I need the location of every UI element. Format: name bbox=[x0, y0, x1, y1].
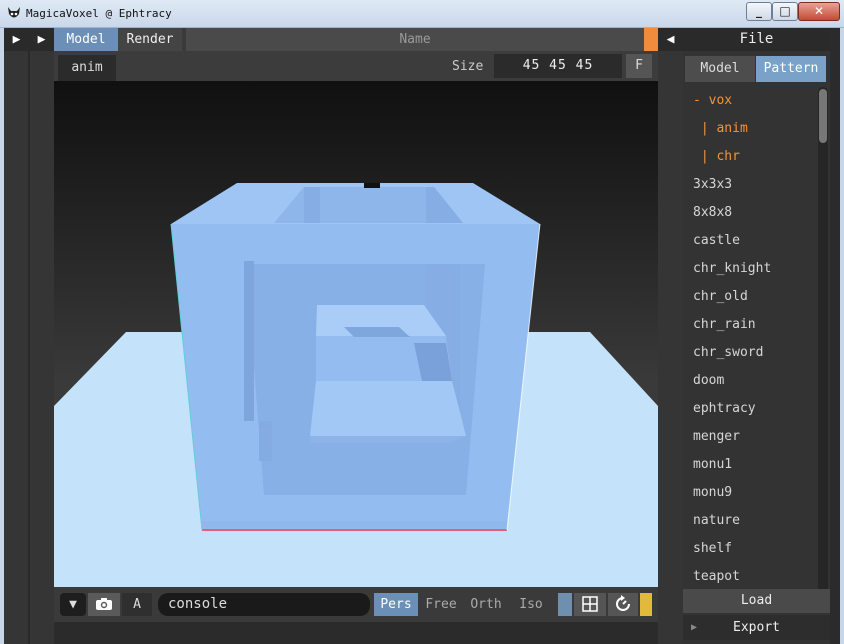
tab-anim[interactable]: anim bbox=[58, 55, 116, 81]
list-item[interactable]: monu1 bbox=[683, 451, 817, 479]
load-button[interactable]: Load bbox=[683, 589, 830, 613]
list-item[interactable]: chr_knight bbox=[683, 255, 817, 283]
list-item[interactable]: 3x3x3 bbox=[683, 171, 817, 199]
minimize-button[interactable]: _ bbox=[746, 2, 772, 21]
fit-button[interactable]: F bbox=[626, 54, 652, 78]
color-indicator[interactable] bbox=[644, 28, 658, 51]
play-button-1[interactable]: ▶ bbox=[4, 28, 29, 51]
scrollbar[interactable] bbox=[818, 87, 828, 597]
a-button[interactable]: A bbox=[122, 593, 152, 616]
size-label: Size bbox=[452, 59, 484, 74]
view-pers-button[interactable]: Pers bbox=[374, 593, 418, 616]
title-bar: MagicaVoxel @ Ephtracy _ □ ✕ bbox=[0, 0, 844, 28]
list-item[interactable]: monu9 bbox=[683, 479, 817, 507]
list-item[interactable]: nature bbox=[683, 507, 817, 535]
bottom-strip bbox=[54, 622, 658, 644]
tab-pattern[interactable]: Pattern bbox=[756, 56, 826, 82]
play-icon: ▶ bbox=[691, 622, 698, 633]
list-item[interactable]: shelf bbox=[683, 535, 817, 563]
list-item[interactable]: | anim bbox=[683, 115, 817, 143]
right-gap bbox=[658, 51, 683, 644]
list-item[interactable]: doom bbox=[683, 367, 817, 395]
list-item[interactable]: 8x8x8 bbox=[683, 199, 817, 227]
list-item[interactable]: chr_old bbox=[683, 283, 817, 311]
maximize-button[interactable]: □ bbox=[772, 2, 798, 21]
reset-view-button[interactable] bbox=[608, 593, 638, 616]
export-button[interactable]: ▶ Export bbox=[683, 615, 830, 640]
ground-grid bbox=[202, 521, 507, 530]
app-logo-icon bbox=[8, 7, 20, 18]
tab-render[interactable]: Render bbox=[118, 28, 182, 51]
tab-model[interactable]: Model bbox=[54, 28, 118, 51]
view-iso-button[interactable]: Iso bbox=[509, 593, 553, 616]
tab-model-files[interactable]: Model bbox=[685, 56, 755, 82]
list-item[interactable]: menger bbox=[683, 423, 817, 451]
minimize-icon: _ bbox=[756, 4, 762, 18]
screenshot-button[interactable] bbox=[88, 593, 120, 616]
view-orth-button[interactable]: Orth bbox=[464, 593, 508, 616]
maximize-icon: □ bbox=[779, 4, 791, 18]
3d-viewport[interactable] bbox=[54, 81, 658, 587]
file-panel: Model Pattern - vox | anim | chr 3x3x3 8… bbox=[683, 51, 830, 644]
camera-icon bbox=[96, 598, 112, 610]
list-item[interactable]: chr_sword bbox=[683, 339, 817, 367]
list-item[interactable]: - vox bbox=[683, 87, 817, 115]
scrollbar-thumb[interactable] bbox=[819, 89, 827, 143]
window-frame-right bbox=[840, 28, 844, 644]
rotate-icon bbox=[616, 595, 630, 611]
play-icon: ▶ bbox=[12, 32, 21, 47]
color-swatch[interactable] bbox=[558, 593, 572, 616]
bottom-toolbar: ▼ A console Pers Free Orth Iso bbox=[54, 587, 658, 622]
list-item[interactable]: chr_rain bbox=[683, 311, 817, 339]
grid-icon bbox=[582, 596, 598, 612]
list-item[interactable]: castle bbox=[683, 227, 817, 255]
marker-voxel bbox=[364, 183, 380, 188]
export-label: Export bbox=[733, 620, 780, 635]
triangle-left-icon: ◀ bbox=[666, 32, 675, 47]
voxel-scene bbox=[54, 183, 658, 587]
console-input[interactable]: console bbox=[158, 593, 370, 616]
size-input[interactable]: 45 45 45 bbox=[494, 54, 622, 78]
close-button[interactable]: ✕ bbox=[798, 2, 840, 21]
view-free-button[interactable]: Free bbox=[419, 593, 463, 616]
name-field[interactable]: Name bbox=[186, 28, 644, 51]
grid-button[interactable] bbox=[574, 593, 606, 616]
play-button-2[interactable]: ▶ bbox=[29, 28, 54, 51]
list-item[interactable]: teapot bbox=[683, 563, 817, 591]
menu-button[interactable]: ▼ bbox=[60, 593, 86, 616]
list-item[interactable]: ephtracy bbox=[683, 395, 817, 423]
model-subbar: anim Size 45 45 45 F bbox=[54, 51, 658, 81]
play-icon: ▶ bbox=[37, 32, 46, 47]
top-toolbar: Model Render Name bbox=[54, 28, 658, 51]
close-icon: ✕ bbox=[813, 4, 825, 18]
panel-title: File bbox=[683, 28, 830, 51]
file-list: - vox | anim | chr 3x3x3 8x8x8 castle ch… bbox=[683, 87, 817, 591]
collapse-right-button[interactable]: ◀ bbox=[658, 28, 683, 51]
left-collapsed-panel bbox=[4, 51, 54, 644]
list-item[interactable]: | chr bbox=[683, 143, 817, 171]
triangle-down-icon: ▼ bbox=[69, 597, 77, 612]
yellow-indicator[interactable] bbox=[640, 593, 652, 616]
window-title: MagicaVoxel @ Ephtracy bbox=[26, 7, 172, 20]
